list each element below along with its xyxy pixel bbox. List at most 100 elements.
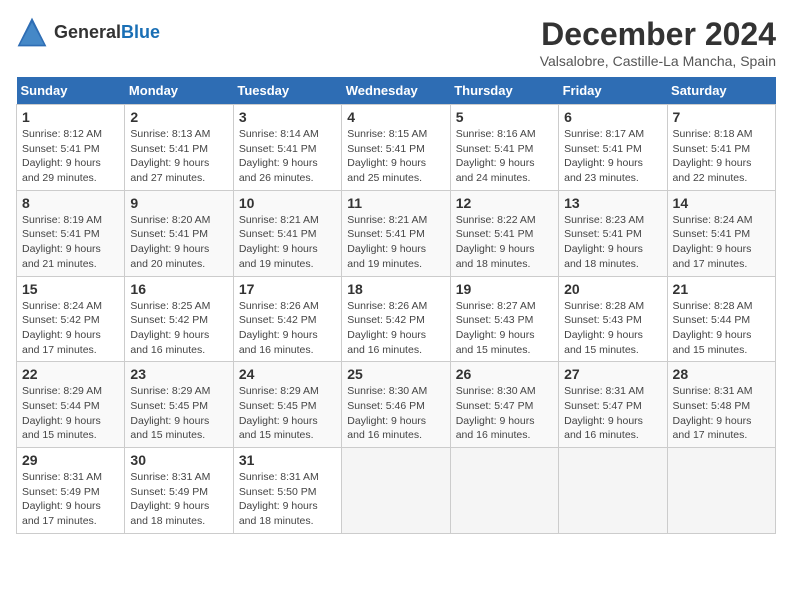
- day-info: Sunrise: 8:28 AMSunset: 5:44 PMDaylight:…: [673, 299, 770, 358]
- day-number: 16: [130, 281, 227, 297]
- empty-cell: [342, 448, 450, 534]
- day-info: Sunrise: 8:22 AMSunset: 5:41 PMDaylight:…: [456, 213, 553, 272]
- day-cell-5: 5 Sunrise: 8:16 AMSunset: 5:41 PMDayligh…: [450, 105, 558, 191]
- day-info: Sunrise: 8:29 AMSunset: 5:44 PMDaylight:…: [22, 384, 119, 443]
- day-cell-3: 3 Sunrise: 8:14 AMSunset: 5:41 PMDayligh…: [233, 105, 341, 191]
- day-info: Sunrise: 8:26 AMSunset: 5:42 PMDaylight:…: [239, 299, 336, 358]
- header: GeneralBlue December 2024 Valsalobre, Ca…: [16, 16, 776, 69]
- day-cell-13: 13 Sunrise: 8:23 AMSunset: 5:41 PMDaylig…: [559, 190, 667, 276]
- col-monday: Monday: [125, 77, 233, 105]
- day-number: 18: [347, 281, 444, 297]
- col-thursday: Thursday: [450, 77, 558, 105]
- week-row-3: 15 Sunrise: 8:24 AMSunset: 5:42 PMDaylig…: [17, 276, 776, 362]
- col-tuesday: Tuesday: [233, 77, 341, 105]
- day-cell-20: 20 Sunrise: 8:28 AMSunset: 5:43 PMDaylig…: [559, 276, 667, 362]
- day-number: 25: [347, 366, 444, 382]
- day-cell-27: 27 Sunrise: 8:31 AMSunset: 5:47 PMDaylig…: [559, 362, 667, 448]
- day-number: 3: [239, 109, 336, 125]
- col-sunday: Sunday: [17, 77, 125, 105]
- day-cell-17: 17 Sunrise: 8:26 AMSunset: 5:42 PMDaylig…: [233, 276, 341, 362]
- day-number: 15: [22, 281, 119, 297]
- day-info: Sunrise: 8:30 AMSunset: 5:46 PMDaylight:…: [347, 384, 444, 443]
- day-number: 17: [239, 281, 336, 297]
- location-title: Valsalobre, Castille-La Mancha, Spain: [540, 53, 776, 69]
- day-number: 23: [130, 366, 227, 382]
- day-info: Sunrise: 8:24 AMSunset: 5:42 PMDaylight:…: [22, 299, 119, 358]
- day-number: 20: [564, 281, 661, 297]
- day-cell-18: 18 Sunrise: 8:26 AMSunset: 5:42 PMDaylig…: [342, 276, 450, 362]
- day-info: Sunrise: 8:26 AMSunset: 5:42 PMDaylight:…: [347, 299, 444, 358]
- day-cell-25: 25 Sunrise: 8:30 AMSunset: 5:46 PMDaylig…: [342, 362, 450, 448]
- day-number: 30: [130, 452, 227, 468]
- day-cell-1: 1 Sunrise: 8:12 AMSunset: 5:41 PMDayligh…: [17, 105, 125, 191]
- day-info: Sunrise: 8:12 AMSunset: 5:41 PMDaylight:…: [22, 127, 119, 186]
- day-cell-19: 19 Sunrise: 8:27 AMSunset: 5:43 PMDaylig…: [450, 276, 558, 362]
- day-info: Sunrise: 8:31 AMSunset: 5:50 PMDaylight:…: [239, 470, 336, 529]
- day-cell-9: 9 Sunrise: 8:20 AMSunset: 5:41 PMDayligh…: [125, 190, 233, 276]
- day-number: 11: [347, 195, 444, 211]
- day-number: 14: [673, 195, 770, 211]
- empty-cell: [667, 448, 775, 534]
- week-row-2: 8 Sunrise: 8:19 AMSunset: 5:41 PMDayligh…: [17, 190, 776, 276]
- week-row-1: 1 Sunrise: 8:12 AMSunset: 5:41 PMDayligh…: [17, 105, 776, 191]
- day-cell-24: 24 Sunrise: 8:29 AMSunset: 5:45 PMDaylig…: [233, 362, 341, 448]
- day-cell-12: 12 Sunrise: 8:22 AMSunset: 5:41 PMDaylig…: [450, 190, 558, 276]
- day-cell-21: 21 Sunrise: 8:28 AMSunset: 5:44 PMDaylig…: [667, 276, 775, 362]
- day-number: 12: [456, 195, 553, 211]
- day-info: Sunrise: 8:21 AMSunset: 5:41 PMDaylight:…: [347, 213, 444, 272]
- day-info: Sunrise: 8:27 AMSunset: 5:43 PMDaylight:…: [456, 299, 553, 358]
- day-cell-16: 16 Sunrise: 8:25 AMSunset: 5:42 PMDaylig…: [125, 276, 233, 362]
- day-number: 4: [347, 109, 444, 125]
- day-info: Sunrise: 8:20 AMSunset: 5:41 PMDaylight:…: [130, 213, 227, 272]
- calendar-table: Sunday Monday Tuesday Wednesday Thursday…: [16, 77, 776, 534]
- day-cell-31: 31 Sunrise: 8:31 AMSunset: 5:50 PMDaylig…: [233, 448, 341, 534]
- day-info: Sunrise: 8:31 AMSunset: 5:49 PMDaylight:…: [22, 470, 119, 529]
- day-info: Sunrise: 8:15 AMSunset: 5:41 PMDaylight:…: [347, 127, 444, 186]
- day-info: Sunrise: 8:31 AMSunset: 5:49 PMDaylight:…: [130, 470, 227, 529]
- day-cell-30: 30 Sunrise: 8:31 AMSunset: 5:49 PMDaylig…: [125, 448, 233, 534]
- day-number: 8: [22, 195, 119, 211]
- col-friday: Friday: [559, 77, 667, 105]
- day-info: Sunrise: 8:24 AMSunset: 5:41 PMDaylight:…: [673, 213, 770, 272]
- day-number: 24: [239, 366, 336, 382]
- col-saturday: Saturday: [667, 77, 775, 105]
- day-info: Sunrise: 8:13 AMSunset: 5:41 PMDaylight:…: [130, 127, 227, 186]
- day-number: 10: [239, 195, 336, 211]
- day-number: 7: [673, 109, 770, 125]
- day-number: 1: [22, 109, 119, 125]
- day-cell-7: 7 Sunrise: 8:18 AMSunset: 5:41 PMDayligh…: [667, 105, 775, 191]
- week-row-5: 29 Sunrise: 8:31 AMSunset: 5:49 PMDaylig…: [17, 448, 776, 534]
- day-cell-23: 23 Sunrise: 8:29 AMSunset: 5:45 PMDaylig…: [125, 362, 233, 448]
- day-info: Sunrise: 8:17 AMSunset: 5:41 PMDaylight:…: [564, 127, 661, 186]
- day-cell-28: 28 Sunrise: 8:31 AMSunset: 5:48 PMDaylig…: [667, 362, 775, 448]
- day-info: Sunrise: 8:19 AMSunset: 5:41 PMDaylight:…: [22, 213, 119, 272]
- day-info: Sunrise: 8:31 AMSunset: 5:48 PMDaylight:…: [673, 384, 770, 443]
- day-info: Sunrise: 8:30 AMSunset: 5:47 PMDaylight:…: [456, 384, 553, 443]
- day-number: 27: [564, 366, 661, 382]
- day-number: 26: [456, 366, 553, 382]
- day-number: 6: [564, 109, 661, 125]
- day-info: Sunrise: 8:29 AMSunset: 5:45 PMDaylight:…: [239, 384, 336, 443]
- title-area: December 2024 Valsalobre, Castille-La Ma…: [540, 16, 776, 69]
- day-info: Sunrise: 8:18 AMSunset: 5:41 PMDaylight:…: [673, 127, 770, 186]
- day-info: Sunrise: 8:25 AMSunset: 5:42 PMDaylight:…: [130, 299, 227, 358]
- day-cell-15: 15 Sunrise: 8:24 AMSunset: 5:42 PMDaylig…: [17, 276, 125, 362]
- day-number: 2: [130, 109, 227, 125]
- day-number: 31: [239, 452, 336, 468]
- day-info: Sunrise: 8:23 AMSunset: 5:41 PMDaylight:…: [564, 213, 661, 272]
- day-number: 9: [130, 195, 227, 211]
- day-cell-8: 8 Sunrise: 8:19 AMSunset: 5:41 PMDayligh…: [17, 190, 125, 276]
- day-number: 5: [456, 109, 553, 125]
- col-wednesday: Wednesday: [342, 77, 450, 105]
- empty-cell: [559, 448, 667, 534]
- day-info: Sunrise: 8:31 AMSunset: 5:47 PMDaylight:…: [564, 384, 661, 443]
- day-number: 19: [456, 281, 553, 297]
- logo-text: GeneralBlue: [54, 22, 160, 43]
- day-cell-26: 26 Sunrise: 8:30 AMSunset: 5:47 PMDaylig…: [450, 362, 558, 448]
- day-info: Sunrise: 8:16 AMSunset: 5:41 PMDaylight:…: [456, 127, 553, 186]
- empty-cell: [450, 448, 558, 534]
- day-number: 13: [564, 195, 661, 211]
- day-info: Sunrise: 8:29 AMSunset: 5:45 PMDaylight:…: [130, 384, 227, 443]
- day-cell-22: 22 Sunrise: 8:29 AMSunset: 5:44 PMDaylig…: [17, 362, 125, 448]
- day-number: 22: [22, 366, 119, 382]
